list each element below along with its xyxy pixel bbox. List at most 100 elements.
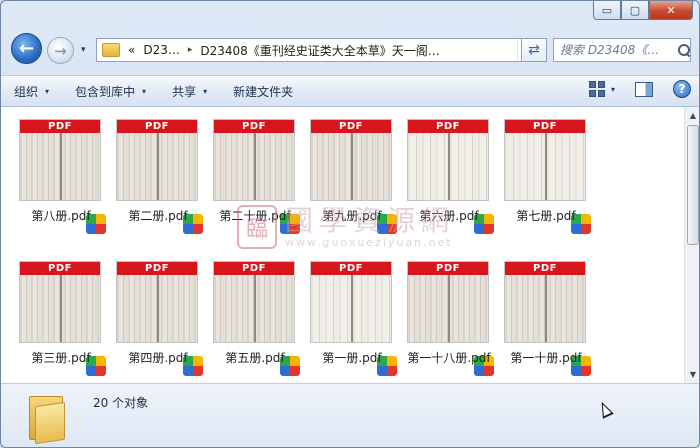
breadcrumb-item-current[interactable]: D23408《重刊经史证类大全本草》天一阁… [200, 42, 439, 59]
file-item[interactable]: PDF 第二十册.pdf [211, 119, 301, 239]
item-count: 20 个对象 [93, 396, 149, 410]
include-in-library-menu[interactable]: 包含到库中 ▾ [62, 79, 159, 103]
maximize-button[interactable]: ▢ [621, 1, 649, 20]
breadcrumb-overflow[interactable]: « [128, 43, 135, 57]
scroll-up-button[interactable]: ▲ [685, 107, 699, 124]
file-name[interactable]: 第一十册.pdf [494, 349, 598, 366]
chevron-down-icon: ▾ [142, 86, 147, 96]
folder-icon [102, 43, 120, 57]
file-name[interactable]: 第二册.pdf [106, 207, 210, 224]
book-spine [157, 133, 159, 200]
book-spine [351, 275, 353, 342]
book-spine [254, 275, 256, 342]
file-item[interactable]: PDF 第一十册.pdf [502, 261, 592, 381]
close-button[interactable]: ✕ [649, 1, 693, 20]
file-name[interactable]: 第一十八册.pdf [397, 349, 501, 366]
book-spine [60, 275, 62, 342]
file-name[interactable]: 第三册.pdf [9, 349, 113, 366]
pdf-band: PDF [408, 120, 488, 133]
pdf-thumbnail: PDF [116, 119, 198, 201]
forward-button[interactable]: → [47, 37, 74, 64]
pdf-band: PDF [311, 262, 391, 275]
book-spine [448, 275, 450, 342]
address-bar[interactable]: « D23… ▸ D23408《重刊经史证类大全本草》天一阁… ▾ [96, 38, 546, 62]
pdf-band: PDF [117, 120, 197, 133]
minimize-button[interactable]: ▭ [593, 1, 621, 20]
book-spine [254, 133, 256, 200]
back-arrow-icon: ← [18, 38, 35, 59]
pdf-thumbnail: PDF [504, 261, 586, 343]
file-item[interactable]: PDF 第二册.pdf [114, 119, 204, 239]
pdf-band: PDF [214, 120, 294, 133]
file-item[interactable]: PDF 第五册.pdf [211, 261, 301, 381]
command-bar: 组织 ▾ 包含到库中 ▾ 共享 ▾ 新建文件夹 ▾ ? [1, 75, 699, 107]
chevron-down-icon: ▾ [45, 86, 50, 96]
recent-pages-dropdown[interactable]: ▾ [81, 45, 86, 55]
file-name[interactable]: 第六册.pdf [397, 207, 501, 224]
file-name[interactable]: 第四册.pdf [106, 349, 210, 366]
file-name[interactable]: 第一册.pdf [300, 349, 404, 366]
navigation-row: ← → ▾ « D23… ▸ D23408《重刊经史证类大全本草》天一阁… ▾ … [1, 31, 699, 67]
pdf-thumbnail: PDF [19, 261, 101, 343]
book-spine [545, 133, 547, 200]
file-item[interactable]: PDF 第三册.pdf [17, 261, 107, 381]
file-item[interactable]: PDF 第八册.pdf [17, 119, 107, 239]
pdf-band: PDF [20, 262, 100, 275]
file-item[interactable]: PDF 第一十八册.pdf [405, 261, 495, 381]
search-input[interactable] [560, 43, 675, 57]
view-options-dropdown[interactable]: ▾ [611, 85, 615, 94]
file-name[interactable]: 第八册.pdf [9, 207, 113, 224]
file-item[interactable]: PDF 第一册.pdf [308, 261, 398, 381]
refresh-button[interactable]: ⇄ [521, 38, 547, 62]
pdf-band: PDF [505, 120, 585, 133]
book-spine [448, 133, 450, 200]
organize-menu[interactable]: 组织 ▾ [1, 79, 62, 103]
new-folder-button[interactable]: 新建文件夹 [220, 79, 306, 103]
pdf-thumbnail: PDF [116, 261, 198, 343]
file-item[interactable]: PDF 第四册.pdf [114, 261, 204, 381]
file-name[interactable]: 第二十册.pdf [203, 207, 307, 224]
pdf-thumbnail: PDF [310, 119, 392, 201]
new-folder-label: 新建文件夹 [233, 84, 294, 99]
book-spine [157, 275, 159, 342]
scroll-down-button[interactable]: ▼ [685, 366, 699, 383]
vertical-scrollbar[interactable]: ▲ ▼ [684, 107, 699, 383]
file-item[interactable]: PDF 第九册.pdf [308, 119, 398, 239]
pdf-band: PDF [505, 262, 585, 275]
file-name[interactable]: 第九册.pdf [300, 207, 404, 224]
book-spine [351, 133, 353, 200]
chevron-down-icon: ▾ [203, 86, 208, 96]
pdf-band: PDF [408, 262, 488, 275]
help-icon[interactable]: ? [673, 80, 691, 98]
file-name[interactable]: 第五册.pdf [203, 349, 307, 366]
scroll-thumb[interactable] [687, 125, 699, 245]
search-box[interactable] [553, 38, 691, 62]
organize-label: 组织 [14, 84, 39, 99]
pdf-thumbnail: PDF [504, 119, 586, 201]
breadcrumb-item-parent[interactable]: D23… [143, 43, 180, 57]
breadcrumb-separator[interactable]: ▸ [188, 45, 193, 55]
share-label: 共享 [172, 84, 197, 99]
pdf-band: PDF [311, 120, 391, 133]
pdf-thumbnail: PDF [213, 261, 295, 343]
details-pane: 20 个对象 [1, 383, 699, 447]
forward-arrow-icon: → [54, 41, 67, 60]
explorer-window: ▭ ▢ ✕ ← → ▾ « D23… ▸ D23408《重刊经史证类大全本草》天… [0, 0, 700, 448]
file-name[interactable]: 第七册.pdf [494, 207, 598, 224]
caption-buttons: ▭ ▢ ✕ [593, 1, 693, 20]
pdf-thumbnail: PDF [407, 119, 489, 201]
folder-icon [29, 392, 71, 445]
pdf-thumbnail: PDF [407, 261, 489, 343]
back-button[interactable]: ← [11, 33, 42, 64]
pdf-thumbnail: PDF [213, 119, 295, 201]
book-spine [545, 275, 547, 342]
file-item[interactable]: PDF 第七册.pdf [502, 119, 592, 239]
pdf-band: PDF [117, 262, 197, 275]
search-icon[interactable] [677, 43, 690, 57]
change-view-icon[interactable] [588, 81, 607, 97]
preview-pane-icon[interactable] [635, 81, 653, 97]
share-menu[interactable]: 共享 ▾ [159, 79, 220, 103]
pdf-band: PDF [20, 120, 100, 133]
file-item[interactable]: PDF 第六册.pdf [405, 119, 495, 239]
toolbar-right: ▾ ? [588, 80, 691, 98]
